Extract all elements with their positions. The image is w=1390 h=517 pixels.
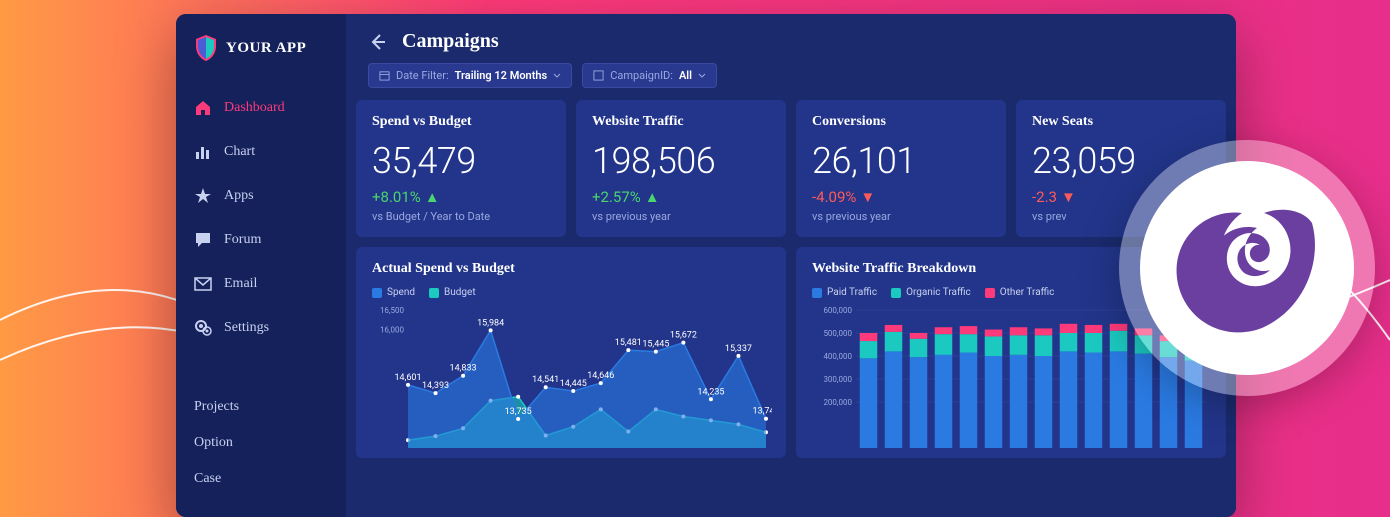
logo: YOUR APP [176,34,346,86]
stat-card: Spend vs Budget 35,479 +8.01%▲ vs Budget… [356,100,566,237]
svg-text:15,337: 15,337 [725,344,752,354]
sidebar-item-settings[interactable]: Settings [176,306,346,350]
main-content: Campaigns Date Filter: Trailing 12 Month… [346,14,1236,517]
badge-inner [1140,161,1354,375]
svg-text:500,000: 500,000 [823,329,852,338]
sidebar-link-projects[interactable]: Projects [194,389,328,425]
svg-text:15,481: 15,481 [615,338,642,348]
sidebar-link-case[interactable]: Case [194,461,328,497]
svg-text:16,500: 16,500 [380,306,405,315]
stat-card: Conversions 26,101 -4.09%▼ vs previous y… [796,100,1006,237]
filter-label: Date Filter: [396,69,449,82]
legend-item: Spend [372,287,415,298]
sidebar-item-forum[interactable]: Forum [176,218,346,262]
svg-text:600,000: 600,000 [823,306,852,315]
stat-title: Website Traffic [592,114,770,130]
svg-text:13,735: 13,735 [505,407,532,417]
stat-value: 198,506 [592,140,770,182]
mail-icon [194,275,212,293]
svg-text:400,000: 400,000 [823,352,852,361]
sidebar-label: Dashboard [224,100,285,116]
campaign-filter[interactable]: CampaignID: All [582,63,717,88]
blazor-icon [1172,198,1322,338]
stat-value: 35,479 [372,140,550,182]
page-header: Campaigns [346,14,1236,63]
home-icon [194,99,212,117]
sidebar-label: Chart [224,144,255,160]
svg-text:15,445: 15,445 [642,340,669,350]
stat-delta: +8.01%▲ [372,188,550,206]
calendar-icon [379,70,390,81]
sidebar-link-option[interactable]: Option [194,425,328,461]
chat-icon [194,231,212,249]
page-title: Campaigns [402,30,499,53]
chevron-down-icon [553,72,561,80]
shield-icon [194,34,218,62]
spend-vs-budget-chart: Actual Spend vs Budget Spend Budget 16,5… [356,247,786,458]
back-arrow-icon[interactable] [368,33,386,51]
sidebar-item-apps[interactable]: Apps [176,174,346,218]
stat-subtitle: vs previous year [592,210,770,223]
gear-icon [194,319,212,337]
area-chart-svg: 16,500 16,000 14,60114,39314,833 15,984 13,7… [372,304,772,454]
filter-value: All [679,69,692,82]
chart-icon [194,143,212,161]
svg-text:14,445: 14,445 [560,379,587,389]
sidebar-label: Settings [224,320,269,336]
stat-delta: -4.09%▼ [812,188,990,206]
stat-subtitle: vs Budget / Year to Date [372,210,550,223]
stat-subtitle: vs previous year [812,210,990,223]
svg-text:14,601: 14,601 [394,373,421,383]
legend-item: Organic Traffic [891,287,971,298]
tag-icon [593,70,604,81]
sidebar-label: Forum [224,232,261,248]
filter-label: CampaignID: [610,69,673,82]
svg-text:14,646: 14,646 [587,371,614,381]
svg-text:14,235: 14,235 [697,387,724,397]
blazor-badge [1119,140,1375,396]
stat-card: Website Traffic 198,506 +2.57%▲ vs previ… [576,100,786,237]
sidebar-label: Apps [224,188,254,204]
legend-item: Paid Traffic [812,287,877,298]
stat-cards: Spend vs Budget 35,479 +8.01%▲ vs Budget… [346,100,1236,237]
svg-text:15,672: 15,672 [670,331,697,341]
stat-title: Spend vs Budget [372,114,550,130]
app-name: YOUR APP [226,40,306,57]
stat-title: Conversions [812,114,990,130]
legend-item: Budget [429,287,476,298]
svg-text:14,541: 14,541 [532,375,559,385]
sidebar-bottom: Projects Option Case [176,389,346,497]
svg-text:15,984: 15,984 [477,318,504,328]
stat-delta: +2.57%▲ [592,188,770,206]
chart-legend: Spend Budget [372,287,770,298]
legend-item: Other Traffic [985,287,1055,298]
stat-value: 26,101 [812,140,990,182]
stat-title: New Seats [1032,114,1210,130]
svg-text:14,393: 14,393 [422,381,449,391]
sidebar: YOUR APP Dashboard Chart Apps Forum [176,14,346,517]
svg-text:200,000: 200,000 [823,398,852,407]
chart-row: Actual Spend vs Budget Spend Budget 16,5… [346,237,1236,468]
chart-title: Actual Spend vs Budget [372,261,770,277]
star-icon [194,187,212,205]
svg-text:16,000: 16,000 [380,326,405,335]
sidebar-item-chart[interactable]: Chart [176,130,346,174]
filter-bar: Date Filter: Trailing 12 Months Campaign… [346,63,1236,100]
app-window: YOUR APP Dashboard Chart Apps Forum [176,14,1236,517]
date-filter[interactable]: Date Filter: Trailing 12 Months [368,63,572,88]
filter-value: Trailing 12 Months [455,69,548,82]
svg-text:14,833: 14,833 [450,364,477,374]
svg-text:13,742: 13,742 [752,407,772,417]
sidebar-item-email[interactable]: Email [176,262,346,306]
chevron-down-icon [698,72,706,80]
sidebar-item-dashboard[interactable]: Dashboard [176,86,346,130]
svg-text:300,000: 300,000 [823,375,852,384]
sidebar-label: Email [224,276,257,292]
